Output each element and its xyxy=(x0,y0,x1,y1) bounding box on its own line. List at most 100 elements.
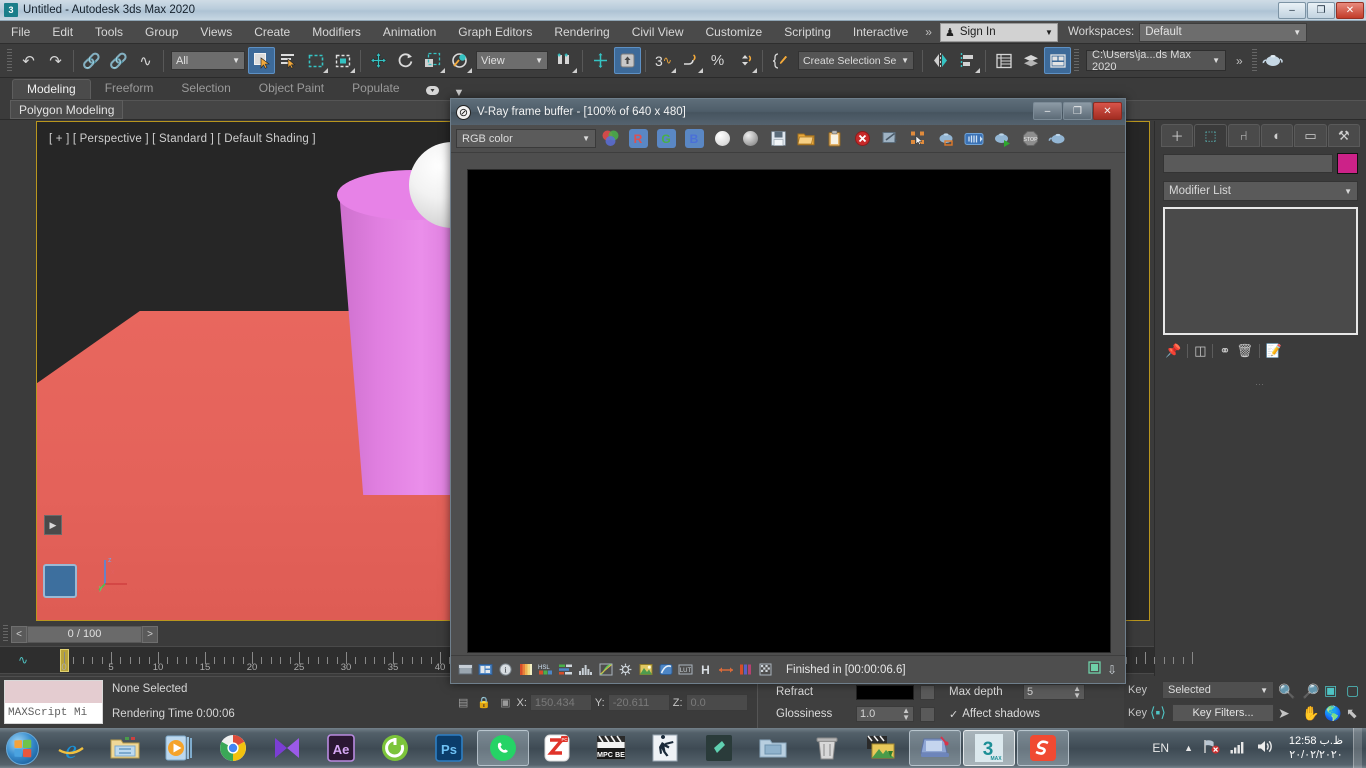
blue-channel-button[interactable]: B xyxy=(681,128,707,150)
ocio-icon[interactable]: H xyxy=(696,660,715,680)
maximize-viewport-icon[interactable]: ⬉ xyxy=(1346,705,1358,722)
vfb-close-button[interactable]: ✕ xyxy=(1093,102,1122,120)
viewport-expand-panel-button[interactable]: ▶ xyxy=(44,515,62,535)
toolbar-overflow-icon[interactable]: » xyxy=(1230,54,1249,68)
max-depth-spinner[interactable]: 5 ▲ ▼ xyxy=(1023,684,1085,700)
clear-image-icon[interactable] xyxy=(849,128,875,150)
taskbar-movie-maker[interactable] xyxy=(855,730,907,766)
taskbar-file-explorer[interactable] xyxy=(99,730,151,766)
mirror-icon[interactable] xyxy=(927,47,954,74)
taskbar-mpc-be[interactable]: MPC BE xyxy=(585,730,637,766)
bind-to-space-warp-icon[interactable]: ∿ xyxy=(132,47,159,74)
command-tab-motion[interactable]: ◐ xyxy=(1260,124,1294,147)
command-tab-display[interactable]: ▭ xyxy=(1294,124,1327,147)
rgb-split-compare-icon[interactable] xyxy=(736,660,755,680)
spinner-arrows-icon[interactable]: ▲ ▼ xyxy=(902,707,910,722)
glossiness-map-button[interactable] xyxy=(920,706,935,722)
signal-strength-icon[interactable] xyxy=(1230,740,1246,757)
x-coordinate-field[interactable]: 150.434 xyxy=(529,694,592,711)
color-balance-icon[interactable] xyxy=(556,660,575,680)
angle-snap-toggle-icon[interactable]: 3 ∿ xyxy=(650,47,677,74)
menu-rendering[interactable]: Rendering xyxy=(543,21,620,44)
taskbar-after-effects[interactable]: Ae xyxy=(315,730,367,766)
render-start-icon[interactable] xyxy=(989,128,1015,150)
object-name-input[interactable] xyxy=(1163,154,1333,173)
ribbon-panel-polygon-modeling[interactable]: Polygon Modeling xyxy=(10,99,124,119)
vfb-maximize-button[interactable]: ❐ xyxy=(1063,102,1092,120)
menu-interactive[interactable]: Interactive xyxy=(842,21,919,44)
curve-editor-icon[interactable]: ∿ xyxy=(18,653,28,667)
ribbon-tab-populate[interactable]: Populate xyxy=(338,79,413,99)
command-tab-utilities[interactable]: ⚒ xyxy=(1327,124,1360,147)
time-slider-grip[interactable] xyxy=(3,625,8,643)
menu-edit[interactable]: Edit xyxy=(41,21,84,44)
menu-animation[interactable]: Animation xyxy=(372,21,447,44)
sign-in-button[interactable]: ♟ Sign In ▼ xyxy=(939,22,1058,42)
y-coordinate-field[interactable]: -20.611 xyxy=(607,694,670,711)
lock-selection-icon[interactable]: 🔒 xyxy=(477,696,491,709)
taskbar-counter-strike[interactable] xyxy=(639,730,691,766)
toolbar-grip[interactable] xyxy=(1251,48,1257,73)
render-teapot-icon[interactable] xyxy=(1045,128,1071,150)
select-object-icon[interactable] xyxy=(248,47,275,74)
maximize-button[interactable]: ❐ xyxy=(1307,2,1335,19)
rectangular-selection-region-icon[interactable] xyxy=(302,47,329,74)
field-of-view-icon[interactable]: ➤ xyxy=(1278,705,1290,722)
menu-file[interactable]: File xyxy=(0,21,41,44)
menu-modifiers[interactable]: Modifiers xyxy=(301,21,372,44)
taskbar-clock[interactable]: 12:58 ظ.ب ٢٠/٠٢/٢٠٢٠ xyxy=(1279,734,1353,762)
horizontal-compare-icon[interactable] xyxy=(716,660,735,680)
clipboard-icon[interactable] xyxy=(821,128,847,150)
toggle-layer-explorer-icon[interactable] xyxy=(1017,47,1044,74)
vfb-minimize-button[interactable]: – xyxy=(1033,102,1062,120)
object-color-swatch[interactable] xyxy=(1337,153,1358,174)
toolbar-grip[interactable] xyxy=(7,48,12,73)
menu-overflow-icon[interactable]: » xyxy=(919,25,938,39)
pin-stack-icon[interactable]: 📌 xyxy=(1165,343,1181,359)
refract-map-button[interactable] xyxy=(920,684,935,700)
taskbar-google-chrome[interactable] xyxy=(207,730,259,766)
snaps-toggle-icon[interactable] xyxy=(614,47,641,74)
save-image-icon[interactable] xyxy=(765,128,791,150)
color-channels-icon[interactable] xyxy=(597,128,623,150)
volume-icon[interactable] xyxy=(1256,739,1274,757)
maxscript-mini-label[interactable]: MAXScript Mi xyxy=(5,703,102,723)
taskbar-internet-explorer[interactable]: e xyxy=(45,730,97,766)
taskbar-media-app-purple[interactable] xyxy=(261,730,313,766)
toolbar-grip[interactable] xyxy=(1074,48,1079,73)
viewcube-icon[interactable] xyxy=(43,564,77,598)
align-icon[interactable] xyxy=(954,47,981,74)
pixel-info-icon[interactable]: i xyxy=(496,660,515,680)
configure-modifier-sets-icon[interactable]: 📝 xyxy=(1266,343,1282,359)
reference-coordinate-system-select[interactable]: View ▼ xyxy=(476,51,548,70)
viewport-label[interactable]: [ + ] [ Perspective ] [ Standard ] [ Def… xyxy=(49,133,316,145)
checker-background-icon[interactable] xyxy=(756,660,775,680)
next-frame-button[interactable]: > xyxy=(142,625,158,643)
ribbon-options-icon[interactable] xyxy=(425,85,442,99)
taskbar-folder-blue[interactable] xyxy=(747,730,799,766)
select-by-name-icon[interactable] xyxy=(275,47,302,74)
ribbon-tab-selection[interactable]: Selection xyxy=(167,79,244,99)
language-indicator[interactable]: EN xyxy=(1152,741,1169,755)
workspace-select[interactable]: Default ▼ xyxy=(1139,22,1308,42)
render-stop-icon[interactable]: STOP xyxy=(1017,128,1043,150)
zoom-extents-all-icon[interactable]: ▢ xyxy=(1346,682,1359,699)
taskbar-whatsapp[interactable] xyxy=(477,730,529,766)
select-and-manipulate-icon[interactable] xyxy=(587,47,614,74)
command-tab-create[interactable]: ＋ xyxy=(1161,124,1194,147)
pan-view-icon[interactable]: ✋ xyxy=(1302,705,1319,722)
force-color-clamp-icon[interactable] xyxy=(456,660,475,680)
taskbar-photoshop[interactable]: Ps xyxy=(423,730,475,766)
lens-effects-icon[interactable] xyxy=(656,660,675,680)
taskbar-recycle-bin[interactable] xyxy=(801,730,853,766)
edit-named-selection-sets-icon[interactable] xyxy=(767,47,794,74)
command-tab-modify[interactable]: ⬚ xyxy=(1194,124,1227,147)
curve-icon[interactable] xyxy=(596,660,615,680)
toggle-scene-explorer-icon[interactable] xyxy=(990,47,1017,74)
ribbon-tab-modeling[interactable]: Modeling xyxy=(12,79,91,99)
show-hidden-icons-chevron[interactable]: ▲ xyxy=(1184,743,1193,753)
taskbar-remote-desktop[interactable] xyxy=(909,730,961,766)
remove-modifier-icon[interactable]: 🗑 xyxy=(1236,343,1253,359)
key-filters-button[interactable]: Key Filters... xyxy=(1172,704,1274,722)
select-and-rotate-icon[interactable] xyxy=(392,47,419,74)
